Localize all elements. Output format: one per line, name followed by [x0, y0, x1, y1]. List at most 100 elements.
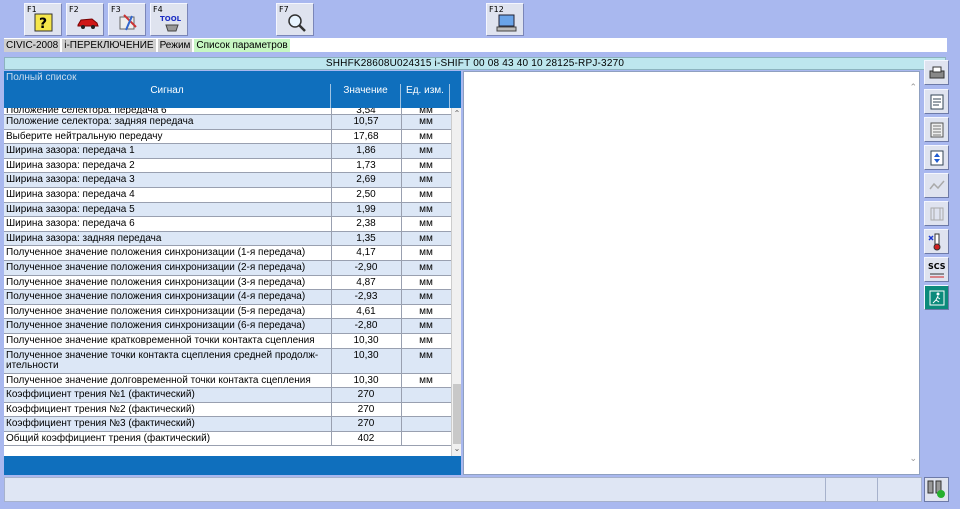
- row-unit: мм: [401, 304, 451, 320]
- table-row[interactable]: Ширина зазора: задняя передача 1,35 мм: [4, 231, 451, 247]
- table-row[interactable]: Полученное значение положения синхрониза…: [4, 318, 451, 334]
- scroll-up-icon[interactable]: ⌃: [453, 110, 461, 118]
- table-row[interactable]: Ширина зазора: передача 1 1,86 мм: [4, 143, 451, 159]
- row-signal: Полученное значение положения синхрониза…: [4, 260, 332, 276]
- scroll-down-icon[interactable]: ⌄: [453, 445, 461, 453]
- row-value: 402: [331, 431, 402, 447]
- table-row[interactable]: Полученное значение положения синхрониза…: [4, 304, 451, 320]
- scrollbar-thumb[interactable]: [453, 384, 461, 444]
- table-row[interactable]: Полученное значение долговременной точки…: [4, 373, 451, 389]
- row-value: 1,86: [331, 143, 402, 159]
- f3-tools-button[interactable]: F3: [108, 3, 146, 36]
- row-unit: [401, 402, 451, 418]
- breadcrumb: CIVIC-2008 i-ПЕРЕКЛЮЧЕНИЕ Режим Список п…: [4, 38, 947, 52]
- sort-icon: [930, 150, 944, 166]
- svg-text:TOOL: TOOL: [160, 15, 182, 23]
- row-unit: [401, 431, 451, 447]
- column-signal[interactable]: Сигнал: [4, 84, 331, 108]
- f4-tool-button[interactable]: F4 TOOL: [150, 3, 188, 36]
- row-signal: Ширина зазора: передача 6: [4, 216, 332, 232]
- status-segment-1: [825, 478, 877, 501]
- row-signal: Полученное значение положения синхрониза…: [4, 318, 332, 334]
- computer-icon: [496, 14, 517, 32]
- table-row[interactable]: Полученное значение точки контакта сцепл…: [4, 348, 451, 374]
- column-value[interactable]: Значение: [331, 84, 401, 108]
- table-row[interactable]: Выберите нейтральную передачу 17,68 мм: [4, 129, 451, 145]
- list-scrollbar[interactable]: ⌃ ⌄: [451, 108, 461, 456]
- column-unit[interactable]: Ед. изм.: [401, 84, 450, 108]
- row-signal: Общий коэффициент трения (фактический): [4, 431, 332, 447]
- breadcrumb-system[interactable]: i-ПЕРЕКЛЮЧЕНИЕ: [62, 38, 156, 52]
- table-row[interactable]: Коэффициент трения №2 (фактический) 270: [4, 402, 451, 418]
- svg-text:?: ?: [39, 16, 47, 32]
- status-segment-2: [877, 478, 922, 501]
- table-row[interactable]: Полученное значение положения синхрониза…: [4, 275, 451, 291]
- graph-scroll-down-icon[interactable]: ⌄: [909, 453, 917, 464]
- connection-status[interactable]: [924, 477, 949, 502]
- breadcrumb-vehicle[interactable]: CIVIC-2008: [4, 38, 61, 52]
- graph-button: [924, 173, 949, 198]
- row-unit: мм: [401, 172, 451, 188]
- car-icon: [77, 18, 99, 29]
- parameter-list-panel: Полный список Сигнал Значение Ед. изм. П…: [4, 71, 461, 475]
- row-unit: мм: [401, 114, 451, 130]
- list-button[interactable]: [924, 117, 949, 142]
- table-row[interactable]: Полученное значение положения синхрониза…: [4, 289, 451, 305]
- table-row[interactable]: Коэффициент трения №1 (фактический) 270: [4, 387, 451, 403]
- f7-search-button[interactable]: F7: [276, 3, 314, 36]
- row-unit: [401, 387, 451, 403]
- row-value: -2,90: [331, 260, 402, 276]
- row-value: 2,69: [331, 172, 402, 188]
- row-unit: мм: [401, 216, 451, 232]
- row-signal: Ширина зазора: передача 3: [4, 172, 332, 188]
- breadcrumb-mode[interactable]: Режим: [157, 38, 193, 52]
- tools-icon: [119, 14, 137, 31]
- table-row[interactable]: Общий коэффициент трения (фактический) 40…: [4, 431, 451, 447]
- table-row[interactable]: Ширина зазора: передача 5 1,99 мм: [4, 202, 451, 218]
- row-value: 10,30: [331, 373, 402, 389]
- f12-computer-button[interactable]: F12: [486, 3, 524, 36]
- table-row[interactable]: Положение селектора: задняя передача 10,5…: [4, 114, 451, 130]
- row-unit: мм: [401, 143, 451, 159]
- breadcrumb-parameter-list: Список параметров: [194, 38, 290, 52]
- table-row[interactable]: Ширина зазора: передача 6 2,38 мм: [4, 216, 451, 232]
- row-unit: мм: [401, 260, 451, 276]
- settings-icon: [930, 207, 944, 221]
- graph-scroll-up-icon[interactable]: ⌃: [909, 82, 917, 93]
- sort-button[interactable]: [924, 145, 949, 170]
- table-row[interactable]: Ширина зазора: передача 2 1,73 мм: [4, 158, 451, 174]
- f1-help-button[interactable]: F1 ?: [24, 3, 62, 36]
- row-value: 10,30: [331, 333, 402, 349]
- report-button[interactable]: [924, 89, 949, 114]
- table-row[interactable]: Ширина зазора: передача 3 2,69 мм: [4, 172, 451, 188]
- print-button[interactable]: [924, 60, 949, 85]
- table-row[interactable]: Коэффициент трения №3 (фактический) 270: [4, 416, 451, 432]
- table-row[interactable]: Полученное значение положения синхрониза…: [4, 245, 451, 261]
- row-unit: мм: [401, 231, 451, 247]
- row-signal: Полученное значение положения синхрониза…: [4, 275, 332, 291]
- report-icon: [930, 94, 944, 110]
- table-row[interactable]: Полученное значение кратковременной точк…: [4, 333, 451, 349]
- list-footer: [4, 456, 461, 475]
- row-value: 10,57: [331, 114, 402, 130]
- temperature-button[interactable]: [924, 229, 949, 254]
- row-unit: мм: [401, 245, 451, 261]
- row-signal: Полученное значение положения синхрониза…: [4, 289, 332, 305]
- status-bar: [4, 477, 922, 502]
- row-value: 10,30: [331, 348, 402, 374]
- table-row[interactable]: Ширина зазора: передача 4 2,50 мм: [4, 187, 451, 203]
- row-value: -2,93: [331, 289, 402, 305]
- parameter-table: Положение селектора: передача 6 3,54 мм …: [4, 108, 451, 456]
- row-value: 270: [331, 402, 402, 418]
- row-signal: Полученное значение долговременной точки…: [4, 373, 332, 389]
- row-unit: мм: [401, 333, 451, 349]
- row-signal: Коэффициент трения №3 (фактический): [4, 416, 332, 432]
- exit-icon: [929, 290, 945, 306]
- f2-vehicle-button[interactable]: F2: [66, 3, 104, 36]
- row-signal: Коэффициент трения №1 (фактический): [4, 387, 332, 403]
- magnifier-icon: [288, 14, 306, 32]
- exit-button[interactable]: [924, 285, 949, 310]
- column-header: Сигнал Значение Ед. изм.: [4, 84, 461, 108]
- table-row[interactable]: Полученное значение положения синхрониза…: [4, 260, 451, 276]
- scs-button[interactable]: SCS: [924, 257, 949, 282]
